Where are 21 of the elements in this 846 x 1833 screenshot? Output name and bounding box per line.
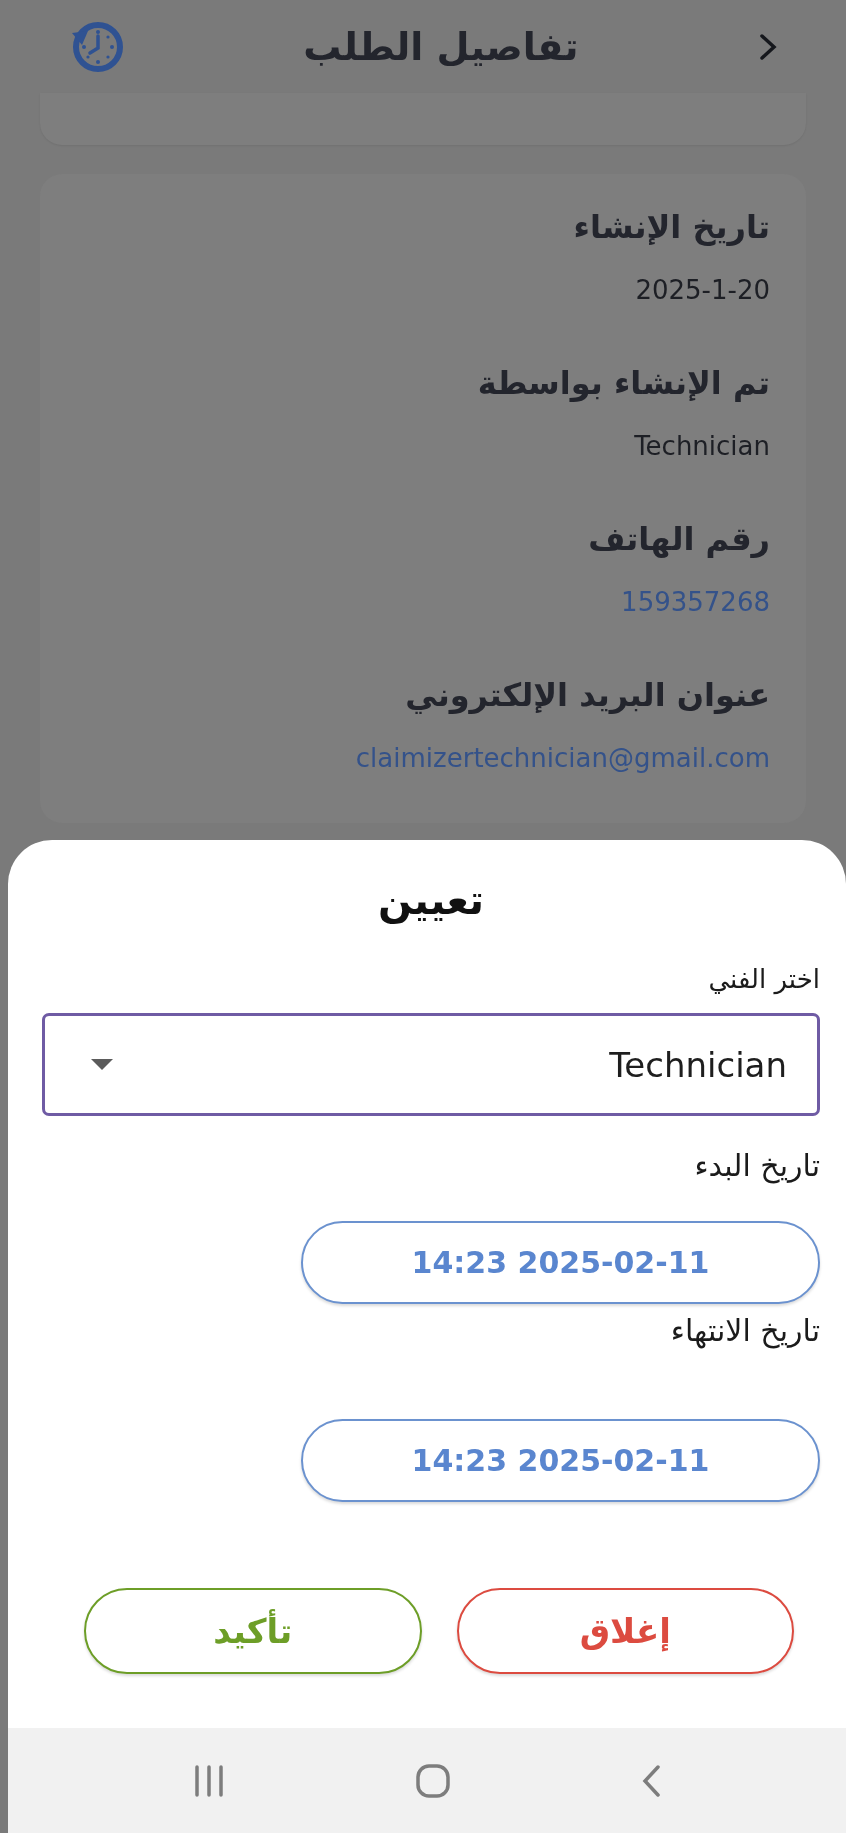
field-link[interactable]: 159357268 (621, 582, 770, 622)
field-label: اختر الفني (708, 963, 820, 997)
sheet-title: تعيين (376, 876, 486, 926)
field-label: تاريخ الإنشاء (573, 207, 770, 248)
field-label: تاريخ الانتهاء (670, 1312, 820, 1351)
field-value: Technician (634, 430, 770, 463)
field-label: رقم الهاتف (588, 519, 770, 560)
field-label: عنوان البريد الإلكتروني (405, 675, 770, 716)
date-time-button[interactable]: 14:23 2025-02-11 (301, 1419, 820, 1502)
technician-dropdown[interactable]: Technician (42, 1013, 820, 1116)
field-link[interactable]: claimizertechnician@gmail.com (355, 738, 770, 778)
field-label: تم الإنشاء بواسطة (477, 363, 770, 404)
field-label: تاريخ البدء (694, 1147, 820, 1186)
dropdown-caret-icon (91, 1059, 113, 1070)
confirm-button[interactable]: تأكيد (84, 1588, 422, 1674)
page-title: تفاصيل الطلب (303, 24, 579, 69)
home-icon[interactable] (415, 1762, 451, 1799)
date-time-button[interactable]: 14:23 2025-02-11 (301, 1221, 820, 1304)
field-value: 2025-1-20 (635, 274, 770, 307)
chevron-icon[interactable] (758, 31, 778, 62)
close-button[interactable]: إغلاق (456, 1588, 794, 1674)
